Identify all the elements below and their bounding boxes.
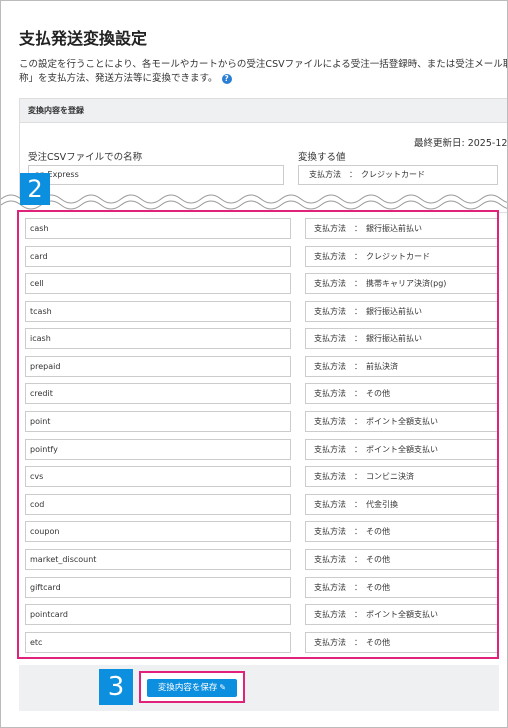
csv-name-field[interactable]: cod: [25, 494, 291, 515]
csv-name-field[interactable]: prepaid: [25, 356, 291, 377]
convert-value-select[interactable]: 支払方法 ： ポイント全額支払い: [305, 439, 497, 460]
csv-name-field[interactable]: card: [25, 246, 291, 267]
convert-value-select[interactable]: 支払方法 ： クレジットカード: [298, 165, 498, 185]
convert-value-select[interactable]: 支払方法 ： クレジットカード: [305, 246, 497, 267]
convert-value-select[interactable]: 支払方法 ： 代金引換: [305, 494, 497, 515]
description-line-2: 称」を支払方法、発送方法等に変換できます。?: [19, 72, 507, 86]
description-line-2-text: 称」を支払方法、発送方法等に変換できます。: [19, 73, 218, 84]
convert-value-select[interactable]: 支払方法 ： 携帯キャリア決済(pg): [305, 273, 497, 294]
csv-name-field[interactable]: point: [25, 411, 291, 432]
save-button[interactable]: 変換内容を保存 ✎: [147, 679, 237, 697]
csv-name-field[interactable]: cash: [25, 218, 291, 239]
convert-value-select[interactable]: 支払方法 ： その他: [305, 577, 497, 598]
conversion-list: cash 支払方法 ： 銀行振込前払い card 支払方法 ： クレジットカード…: [17, 210, 499, 659]
csv-name-field[interactable]: coupon: [25, 521, 291, 542]
step-badge-3: 3: [99, 669, 133, 705]
csv-name-field[interactable]: pointfy: [25, 439, 291, 460]
convert-value-select[interactable]: 支払方法 ： ポイント全額支払い: [305, 411, 497, 432]
csv-name-field[interactable]: market_discount: [25, 549, 291, 570]
wrench-icon: ✎: [219, 683, 227, 692]
csv-name-field[interactable]: giftcard: [25, 577, 291, 598]
save-button-highlight: 変換内容を保存 ✎: [139, 671, 245, 703]
footer-bar: [19, 665, 499, 711]
convert-value-select[interactable]: 支払方法 ： その他: [305, 383, 497, 404]
help-icon[interactable]: ?: [221, 73, 232, 84]
csv-name-field[interactable]: cvs: [25, 466, 291, 487]
column-header-csv-name: 受注CSVファイルでの名称: [28, 152, 143, 163]
convert-value-select[interactable]: 支払方法 ： ポイント全額支払い: [305, 604, 497, 625]
csv-name-field[interactable]: etc: [25, 632, 291, 653]
page-title: 支払発送変換設定: [19, 29, 148, 48]
csv-name-field[interactable]: cell: [25, 273, 291, 294]
convert-value-select[interactable]: 支払方法 ： 前払決済: [305, 356, 497, 377]
convert-value-select[interactable]: 支払方法 ： その他: [305, 549, 497, 570]
convert-value-select[interactable]: 支払方法 ： 銀行振込前払い: [305, 218, 497, 239]
step-badge-2: 2: [20, 173, 50, 205]
save-button-label: 変換内容を保存: [157, 683, 218, 693]
csv-name-field[interactable]: tcash: [25, 301, 291, 322]
csv-name-field[interactable]: credit: [25, 383, 291, 404]
csv-name-field[interactable]: icash: [25, 328, 291, 349]
convert-value-select[interactable]: 支払方法 ： その他: [305, 521, 497, 542]
last-updated: 最終更新日: 2025-12: [414, 138, 508, 149]
panel-header: 変換内容を登録: [20, 99, 507, 123]
convert-value-select[interactable]: 支払方法 ： その他: [305, 632, 497, 653]
description-line-1: この設定を行うことにより、各モールやカートからの受注CSVファイルによる受注一括…: [19, 59, 508, 70]
screenshot-frame: 支払発送変換設定 この設定を行うことにより、各モールやカートからの受注CSVファ…: [0, 0, 508, 728]
csv-name-field[interactable]: pointcard: [25, 604, 291, 625]
column-header-convert-value: 変換する値: [298, 152, 346, 163]
convert-value-select[interactable]: 支払方法 ： 銀行振込前払い: [305, 328, 497, 349]
cut-wave-divider: [1, 194, 507, 211]
csv-name-field[interactable]: an Express: [28, 165, 284, 185]
convert-value-select[interactable]: 支払方法 ： コンビニ決済: [305, 466, 497, 487]
page-description: この設定を行うことにより、各モールやカートからの受注CSVファイルによる受注一括…: [19, 58, 508, 86]
convert-value-select[interactable]: 支払方法 ： 銀行振込前払い: [305, 301, 497, 322]
